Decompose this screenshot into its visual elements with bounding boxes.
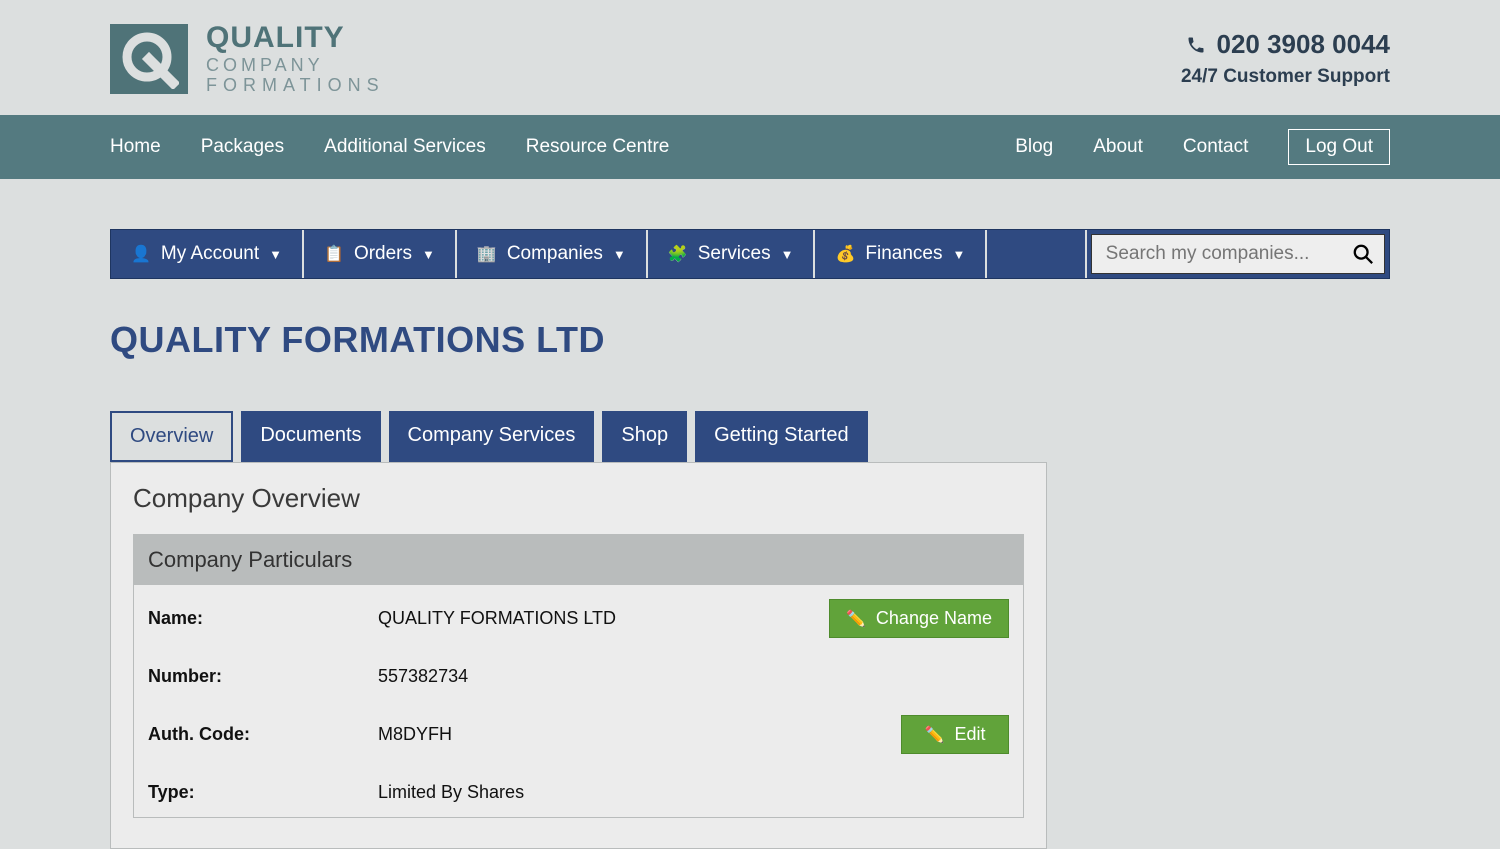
nav-packages[interactable]: Packages — [201, 136, 284, 158]
phone-icon — [1186, 35, 1206, 55]
nav-about[interactable]: About — [1093, 136, 1143, 158]
chevron-down-icon: ▼ — [422, 247, 435, 262]
tab-company-services[interactable]: Company Services — [389, 411, 595, 462]
person-icon: 👤 — [131, 244, 151, 264]
account-nav-companies[interactable]: 🏢 Companies ▼ — [457, 230, 648, 278]
coins-icon: 💰 — [835, 244, 855, 264]
account-nav-orders[interactable]: 📋 Orders ▼ — [304, 230, 457, 278]
search-icon[interactable] — [1352, 243, 1374, 265]
account-nav-services[interactable]: 🧩 Services ▼ — [648, 230, 816, 278]
row-number: Number: 557382734 — [134, 652, 1023, 701]
company-name-heading: QUALITY FORMATIONS LTD — [110, 319, 1390, 361]
value-type: Limited By Shares — [378, 782, 1009, 803]
chevron-down-icon: ▼ — [952, 247, 965, 262]
chevron-down-icon: ▼ — [269, 247, 282, 262]
brand-logo[interactable]: QUALITY COMPANY FORMATIONS — [110, 22, 385, 95]
row-name: Name: QUALITY FORMATIONS LTD ✏️ Change N… — [134, 585, 1023, 652]
tab-documents[interactable]: Documents — [241, 411, 380, 462]
label-name: Name: — [148, 608, 378, 629]
change-name-button[interactable]: ✏️ Change Name — [829, 599, 1009, 638]
pencil-icon: ✏️ — [846, 609, 866, 629]
label-auth-code: Auth. Code: — [148, 724, 378, 745]
logo-mark — [110, 24, 188, 94]
nav-blog[interactable]: Blog — [1015, 136, 1053, 158]
account-nav: 👤 My Account ▼ 📋 Orders ▼ 🏢 Companies ▼ … — [110, 229, 1390, 279]
label-type: Type: — [148, 782, 378, 803]
nav-home[interactable]: Home — [110, 136, 161, 158]
edit-auth-code-button[interactable]: ✏️ Edit — [901, 715, 1009, 754]
company-search[interactable] — [1091, 234, 1385, 274]
nav-contact[interactable]: Contact — [1183, 136, 1248, 158]
pencil-icon: ✏️ — [925, 725, 945, 745]
chevron-down-icon: ▼ — [781, 247, 794, 262]
particulars-heading: Company Particulars — [134, 535, 1023, 585]
value-auth-code: M8DYFH — [378, 724, 901, 745]
label-number: Number: — [148, 666, 378, 687]
building-icon: 🏢 — [477, 244, 497, 264]
tab-getting-started[interactable]: Getting Started — [695, 411, 868, 462]
clipboard-icon: 📋 — [324, 244, 344, 264]
value-number: 557382734 — [378, 666, 1009, 687]
nav-additional-services[interactable]: Additional Services — [324, 136, 486, 158]
value-name: QUALITY FORMATIONS LTD — [378, 608, 829, 629]
tab-shop[interactable]: Shop — [602, 411, 687, 462]
tab-overview[interactable]: Overview — [110, 411, 233, 462]
company-particulars: Company Particulars Name: QUALITY FORMAT… — [133, 534, 1024, 818]
overview-panel: Company Overview Company Particulars Nam… — [110, 462, 1047, 849]
company-search-input[interactable] — [1106, 243, 1352, 265]
panel-title: Company Overview — [133, 483, 1024, 514]
main-nav: Home Packages Additional Services Resour… — [0, 115, 1500, 179]
support-subtext: 24/7 Customer Support — [1181, 66, 1390, 88]
puzzle-icon: 🧩 — [668, 244, 688, 264]
support-phone[interactable]: 020 3908 0044 — [1181, 29, 1390, 60]
account-nav-my-account[interactable]: 👤 My Account ▼ — [111, 230, 304, 278]
account-nav-finances[interactable]: 💰 Finances ▼ — [815, 230, 987, 278]
company-tabs: Overview Documents Company Services Shop… — [110, 411, 1390, 462]
chevron-down-icon: ▼ — [613, 247, 626, 262]
logout-button[interactable]: Log Out — [1288, 129, 1390, 165]
logo-text: QUALITY COMPANY FORMATIONS — [206, 22, 385, 95]
nav-resource-centre[interactable]: Resource Centre — [526, 136, 670, 158]
row-auth-code: Auth. Code: M8DYFH ✏️ Edit — [134, 701, 1023, 768]
row-type: Type: Limited By Shares — [134, 768, 1023, 817]
